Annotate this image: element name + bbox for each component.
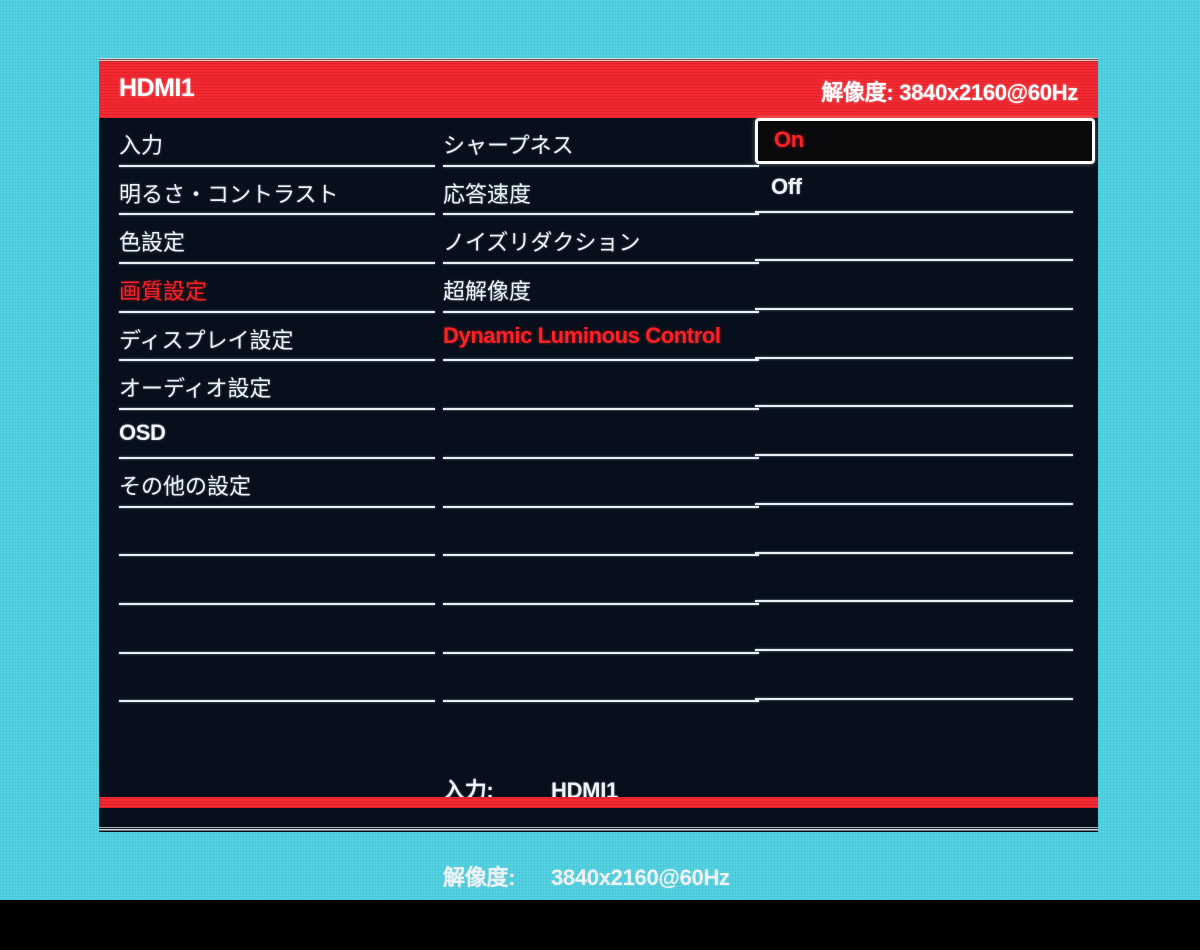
main-menu-item-label: オーディオ設定 (119, 376, 272, 402)
main-menu-item-row[interactable]: 色設定 (119, 215, 435, 265)
main-menu-item-label: 入力 (119, 133, 164, 158)
main-menu-item-label: 色設定 (119, 230, 186, 256)
footer-resolution-label: 解像度: (443, 865, 516, 890)
main-menu-item-row (119, 508, 435, 557)
sub-menu-item-row (443, 459, 759, 508)
sub-menu-item-row[interactable]: 応答速度 (443, 167, 759, 216)
sub-menu-item-row (443, 556, 759, 605)
value-menu-item-row (755, 310, 1098, 359)
value-menu-item-row (755, 359, 1098, 408)
main-menu-item-row (119, 654, 435, 703)
value-menu-item-label: On (774, 127, 804, 152)
sub-menu-item-row (443, 508, 759, 557)
input-source-title: HDMI1 (119, 74, 195, 102)
sub-menu-item-label: 応答速度 (443, 181, 532, 207)
value-menu-item-row (755, 261, 1098, 311)
value-menu-column: On Off (755, 118, 1098, 700)
value-menu-item-row[interactable]: On (755, 118, 1095, 164)
row-divider (119, 700, 435, 703)
value-menu-item-row (755, 407, 1098, 457)
main-menu-item-label: 明るさ・コントラスト (119, 181, 339, 207)
sub-menu-item-row[interactable]: 超解像度 (443, 264, 759, 313)
main-menu-item-row[interactable]: 画質設定 (119, 264, 435, 313)
monitor-screen: HDMI1 解像度: 3840x2160@60Hz 入力明るさ・コントラスト 色設… (0, 0, 1200, 900)
panel-bottom-edge-line (99, 827, 1098, 832)
main-menu-item-row[interactable]: 入力 (119, 118, 435, 167)
value-menu-item-row (755, 602, 1098, 651)
row-divider (755, 697, 1073, 700)
main-menu-item-row[interactable]: ディスプレイ設定 (119, 313, 435, 362)
sub-menu-item-row[interactable]: ノイズリダクション (443, 215, 759, 265)
value-menu-item-row[interactable]: Off (755, 164, 1098, 213)
value-menu-item-row (755, 456, 1098, 505)
main-menu-item-row[interactable]: オーディオ設定 (119, 361, 435, 411)
sub-menu-item-label: 超解像度 (443, 279, 532, 305)
main-menu-item-row (119, 605, 435, 654)
osd-header-bar: HDMI1 解像度: 3840x2160@60Hz (99, 62, 1098, 118)
sub-menu-item-row (443, 410, 759, 459)
row-divider (443, 700, 759, 703)
value-menu-item-label: Off (771, 174, 802, 199)
main-menu-item-label: OSD (119, 420, 166, 446)
footer-resolution-value: 3840x2160@60Hz (551, 865, 730, 890)
main-menu-item-row[interactable]: 明るさ・コントラスト (119, 167, 435, 216)
osd-bottom-accent-bar (99, 797, 1098, 808)
osd-footer-info: 入力: HDMI1 解像度: 3840x2160@60Hz (443, 718, 730, 950)
sub-menu-column: シャープネス 応答速度ノイズリダクション 超解像度 Dynamic Luminous … (443, 118, 759, 703)
sub-menu-item-row (443, 361, 759, 411)
sub-menu-item-row (443, 654, 759, 703)
sub-menu-item-label: Dynamic Luminous Control (443, 322, 721, 348)
footer-resolution-line: 解像度: 3840x2160@60Hz (443, 863, 730, 892)
main-menu-column: 入力明るさ・コントラスト 色設定画質設定ディスプレイ設定 オーディオ設定 OSD その他… (119, 118, 435, 703)
osd-panel: HDMI1 解像度: 3840x2160@60Hz 入力明るさ・コントラスト 色設… (99, 58, 1098, 890)
main-menu-item-row[interactable]: その他の設定 (119, 459, 435, 508)
sub-menu-item-label: シャープネス (443, 133, 574, 158)
sub-menu-item-row (443, 605, 759, 654)
sub-menu-item-label: ノイズリダクション (443, 230, 641, 256)
value-menu-item-row (755, 554, 1098, 603)
sub-menu-item-row[interactable]: Dynamic Luminous Control (443, 313, 759, 362)
sub-menu-item-row[interactable]: シャープネス (443, 118, 759, 167)
main-menu-item-label: 画質設定 (119, 279, 208, 305)
value-menu-item-row (755, 213, 1098, 262)
main-menu-item-row[interactable]: OSD (119, 410, 435, 459)
main-menu-item-label: ディスプレイ設定 (119, 327, 294, 353)
value-menu-item-row (755, 505, 1098, 554)
main-menu-item-label: その他の設定 (119, 473, 252, 499)
main-menu-item-row (119, 556, 435, 605)
value-menu-item-row (755, 651, 1098, 700)
header-resolution-text: 解像度: 3840x2160@60Hz (821, 80, 1078, 105)
